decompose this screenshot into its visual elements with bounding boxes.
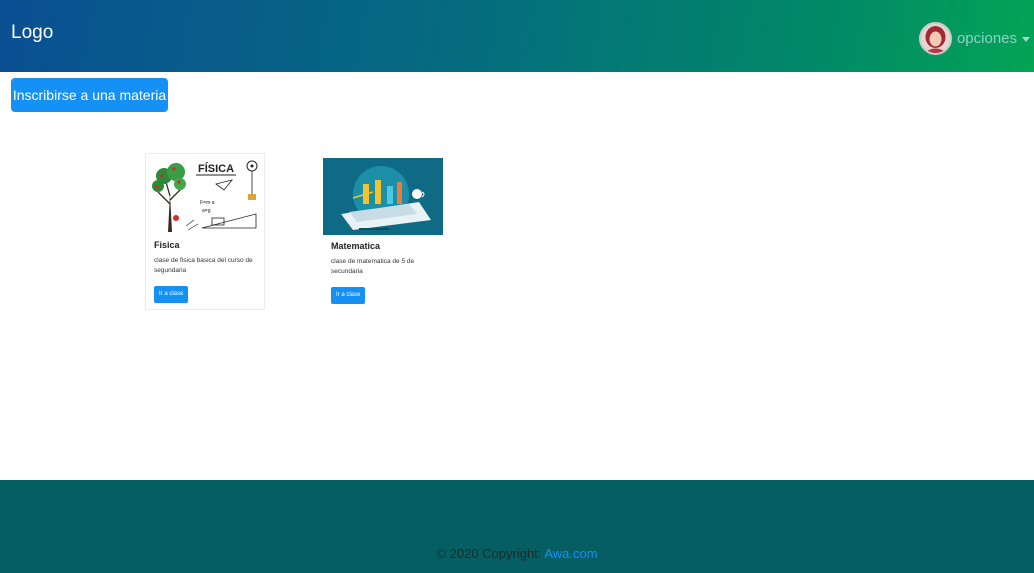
navbar: Logo opciones	[0, 0, 1034, 72]
copyright-text: © 2020 Copyright:	[436, 546, 545, 561]
physics-illustration: FÍSICA F=m·a a=g	[146, 154, 264, 234]
course-card-body: Matematica clase de matematica de 5 de s…	[323, 235, 441, 310]
course-title: Matematica	[331, 241, 381, 251]
svg-text:a=g: a=g	[202, 208, 211, 214]
course-card: FÍSICA F=m·a a=g Fisica clase de fisica …	[145, 153, 265, 310]
logo[interactable]: Logo	[11, 22, 53, 44]
svg-text:F=m·a: F=m·a	[200, 200, 215, 206]
enroll-subject-button[interactable]: Inscribirse a una materia	[11, 78, 168, 112]
footer: © 2020 Copyright: Awa.com	[0, 480, 1034, 573]
physics-image-title: FÍSICA	[198, 162, 234, 175]
footer-link[interactable]: Awa.com	[544, 546, 597, 561]
course-description: clase de fisica basica del curso de segu…	[154, 257, 253, 274]
user-menu-dropdown[interactable]: opciones	[918, 20, 1030, 56]
go-to-class-button[interactable]: Ir a clase	[154, 285, 189, 303]
course-card: Matematica clase de matematica de 5 de s…	[322, 157, 443, 310]
chevron-down-icon[interactable]	[1022, 36, 1030, 42]
course-description: clase de matematica de 5 de secundaria	[331, 258, 415, 275]
footer-copyright: © 2020 Copyright: Awa.com	[0, 546, 1034, 561]
avatar[interactable]	[918, 21, 952, 55]
course-title: Fisica	[154, 240, 180, 250]
course-card-body: Fisica clase de fisica basica del curso …	[146, 234, 264, 309]
user-menu-label[interactable]: opciones	[957, 30, 1017, 47]
go-to-class-button[interactable]: Ir a clase	[331, 286, 366, 304]
math-illustration	[323, 158, 443, 235]
